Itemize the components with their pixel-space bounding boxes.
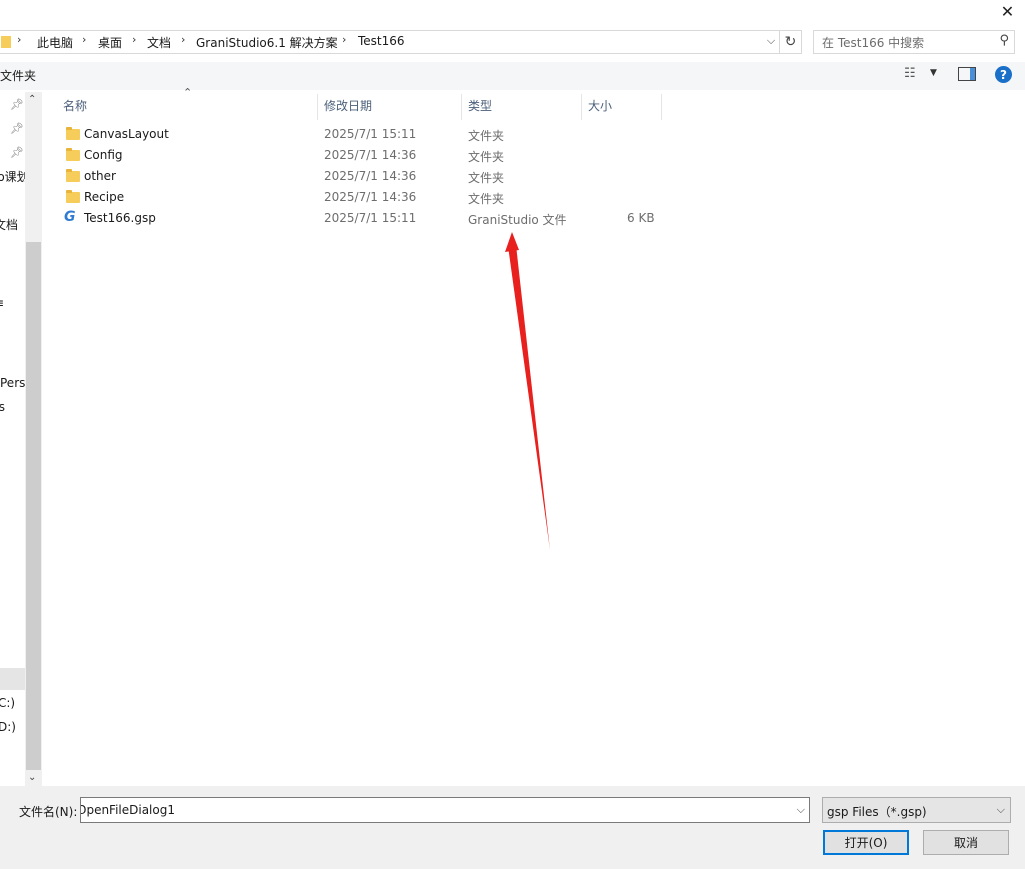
nav-scrollbar-thumb[interactable] bbox=[26, 242, 41, 770]
sort-ascending-icon: ⌃ bbox=[183, 86, 193, 99]
pin-icon[interactable]: 📌︎ bbox=[10, 146, 24, 159]
nav-item-drive-c[interactable]: C:) bbox=[0, 696, 15, 710]
file-row[interactable]: Config 2025/7/1 14:36 文件夹 bbox=[45, 146, 665, 166]
navigation-pane: 📌︎ 📌︎ 📌︎ io课划 文档 ≡ Pers ts C:) D:) ⌃ ⌄ bbox=[0, 92, 42, 786]
help-icon[interactable]: ? bbox=[995, 66, 1012, 83]
chevron-down-icon[interactable]: ▼ bbox=[930, 68, 937, 78]
gsp-file-icon: G bbox=[64, 209, 76, 225]
search-input[interactable]: 在 Test166 中搜索 ⚲ bbox=[813, 30, 1015, 54]
file-name: Test166.gsp bbox=[84, 211, 156, 225]
pin-icon[interactable]: 📌︎ bbox=[10, 98, 24, 111]
file-date: 2025/7/1 14:36 bbox=[324, 169, 417, 183]
folder-icon bbox=[66, 127, 80, 140]
folder-icon bbox=[66, 169, 80, 182]
file-list: ⌃ 名称 修改日期 类型 大小 CanvasLayout 2025/7/1 15… bbox=[45, 86, 1025, 786]
column-divider[interactable] bbox=[661, 94, 662, 120]
address-bar[interactable]: › 此电脑 › 桌面 › 文档 › GraniStudio6.1 解决方案 › … bbox=[0, 30, 780, 54]
file-name: other bbox=[84, 169, 116, 183]
file-size: 6 KB bbox=[627, 211, 655, 225]
file-type: 文件夹 bbox=[468, 150, 505, 164]
filename-value: OpenFileDialog1 bbox=[81, 803, 175, 817]
filename-label: 文件名(N): bbox=[19, 805, 78, 819]
filename-input[interactable]: OpenFileDialog1 ⌵ bbox=[80, 797, 810, 823]
nav-item[interactable]: Pers bbox=[0, 376, 25, 390]
close-button[interactable]: ✕ bbox=[990, 0, 1025, 22]
pin-icon[interactable]: 📌︎ bbox=[10, 122, 24, 135]
chevron-down-icon[interactable]: ⌵ bbox=[997, 803, 1005, 817]
folder-icon bbox=[1, 36, 11, 48]
breadcrumb-separator[interactable]: › bbox=[82, 33, 86, 46]
refresh-icon[interactable]: ↻ bbox=[780, 30, 802, 54]
file-type: 文件夹 bbox=[468, 171, 505, 185]
file-type-value: gsp Files（*.gsp) bbox=[827, 805, 927, 819]
toolbar: 文件夹 ☷ ▼ ? bbox=[0, 62, 1025, 90]
column-header-type[interactable]: 类型 bbox=[468, 97, 492, 114]
file-row[interactable]: CanvasLayout 2025/7/1 15:11 文件夹 bbox=[45, 125, 665, 145]
open-button[interactable]: 打开(O) bbox=[823, 830, 909, 855]
breadcrumb-solution[interactable]: GraniStudio6.1 解决方案 bbox=[196, 34, 338, 51]
file-row[interactable]: Recipe 2025/7/1 14:36 文件夹 bbox=[45, 188, 665, 208]
view-options-icon[interactable]: ☷ bbox=[904, 66, 916, 81]
chevron-down-icon[interactable]: ⌄ bbox=[28, 772, 36, 783]
column-divider[interactable] bbox=[581, 94, 582, 120]
search-placeholder: 在 Test166 中搜索 bbox=[822, 36, 925, 50]
column-header-name[interactable]: 名称 bbox=[63, 97, 87, 114]
folder-icon bbox=[66, 148, 80, 161]
chevron-down-icon[interactable]: ⌵ bbox=[764, 34, 778, 50]
breadcrumb-separator[interactable]: › bbox=[342, 33, 346, 46]
breadcrumb-this-pc[interactable]: 此电脑 bbox=[37, 34, 73, 51]
file-name: Recipe bbox=[84, 190, 125, 204]
folder-icon bbox=[66, 190, 80, 203]
search-icon[interactable]: ⚲ bbox=[999, 33, 1009, 48]
column-header-size[interactable]: 大小 bbox=[588, 97, 612, 114]
breadcrumb-test166[interactable]: Test166 bbox=[358, 34, 405, 48]
column-divider[interactable] bbox=[461, 94, 462, 120]
chevron-down-icon[interactable]: ⌵ bbox=[797, 803, 805, 817]
file-type: 文件夹 bbox=[468, 129, 505, 143]
preview-pane-icon[interactable] bbox=[958, 67, 976, 81]
file-row[interactable]: other 2025/7/1 14:36 文件夹 bbox=[45, 167, 665, 187]
cancel-button[interactable]: 取消 bbox=[923, 830, 1009, 855]
file-date: 2025/7/1 15:11 bbox=[324, 127, 417, 141]
chevron-up-icon[interactable]: ⌃ bbox=[28, 94, 36, 105]
breadcrumb-separator[interactable]: › bbox=[132, 33, 136, 46]
nav-item[interactable]: ≡ bbox=[0, 296, 4, 310]
breadcrumb-desktop[interactable]: 桌面 bbox=[98, 34, 122, 51]
column-header-date[interactable]: 修改日期 bbox=[324, 97, 372, 114]
column-divider[interactable] bbox=[317, 94, 318, 120]
file-name: CanvasLayout bbox=[84, 127, 169, 141]
nav-selected-item[interactable] bbox=[0, 668, 25, 690]
nav-item-drive-d[interactable]: D:) bbox=[0, 720, 16, 734]
dialog-footer: 文件名(N): OpenFileDialog1 ⌵ gsp Files（*.gs… bbox=[0, 786, 1025, 869]
file-type: GraniStudio 文件 bbox=[468, 213, 567, 227]
breadcrumb-separator[interactable]: › bbox=[181, 33, 185, 46]
breadcrumb-documents[interactable]: 文档 bbox=[147, 34, 171, 51]
file-type: 文件夹 bbox=[468, 192, 505, 206]
file-date: 2025/7/1 15:11 bbox=[324, 211, 417, 225]
file-type-select[interactable]: gsp Files（*.gsp) ⌵ bbox=[822, 797, 1011, 823]
file-name: Config bbox=[84, 148, 123, 162]
file-row[interactable]: G Test166.gsp 2025/7/1 15:11 GraniStudio… bbox=[45, 209, 665, 229]
nav-item[interactable]: ts bbox=[0, 400, 5, 414]
nav-item[interactable]: 文档 bbox=[0, 216, 18, 233]
file-date: 2025/7/1 14:36 bbox=[324, 190, 417, 204]
breadcrumb-separator[interactable]: › bbox=[17, 33, 21, 46]
new-folder-button[interactable]: 文件夹 bbox=[0, 67, 36, 84]
file-date: 2025/7/1 14:36 bbox=[324, 148, 417, 162]
